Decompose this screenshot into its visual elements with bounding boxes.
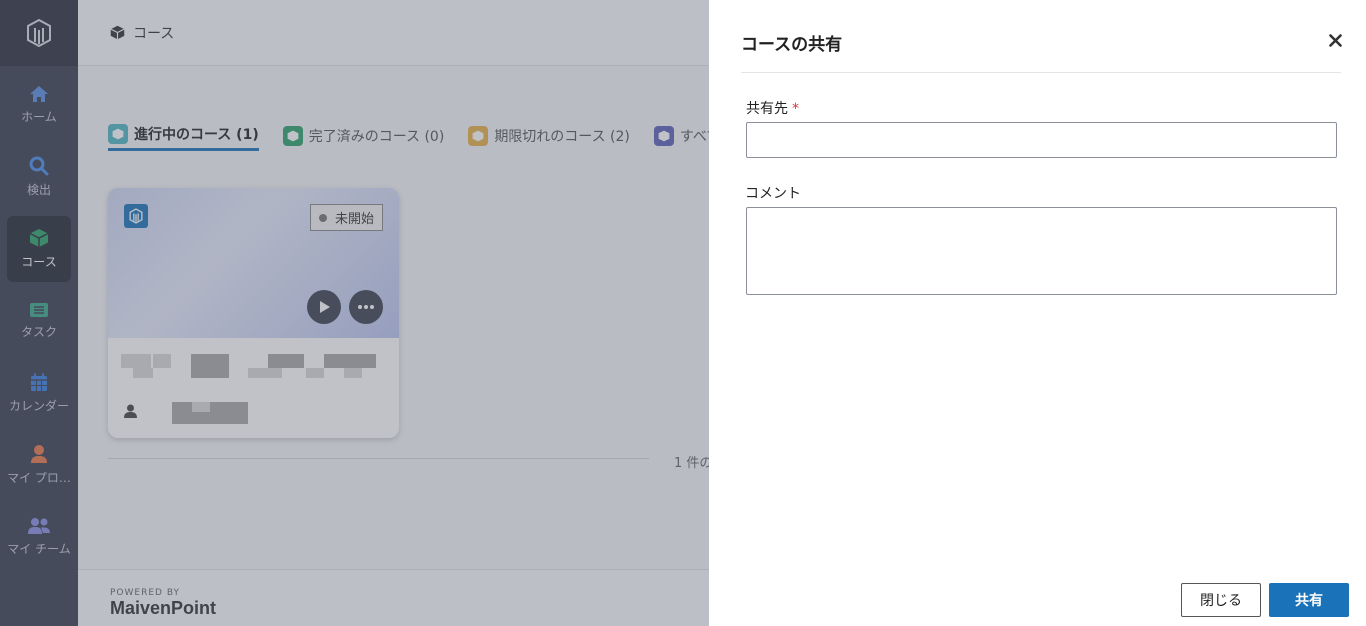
comment-textarea[interactable]	[746, 207, 1337, 295]
close-panel-button[interactable]	[1329, 28, 1342, 52]
panel-title: コースの共有	[741, 35, 843, 55]
share-course-panel: コースの共有 共有先 * コメント 閉じる 共有	[709, 0, 1366, 626]
share-button[interactable]: 共有	[1269, 583, 1349, 617]
modal-backdrop[interactable]	[0, 0, 709, 626]
panel-divider	[741, 72, 1341, 73]
required-mark: *	[792, 101, 799, 117]
close-icon	[1329, 34, 1342, 47]
comment-label: コメント	[745, 186, 801, 202]
share-to-input[interactable]	[746, 122, 1337, 158]
close-button[interactable]: 閉じる	[1181, 583, 1261, 617]
share-to-label: 共有先 *	[746, 98, 799, 118]
share-to-label-text: 共有先	[746, 101, 788, 117]
